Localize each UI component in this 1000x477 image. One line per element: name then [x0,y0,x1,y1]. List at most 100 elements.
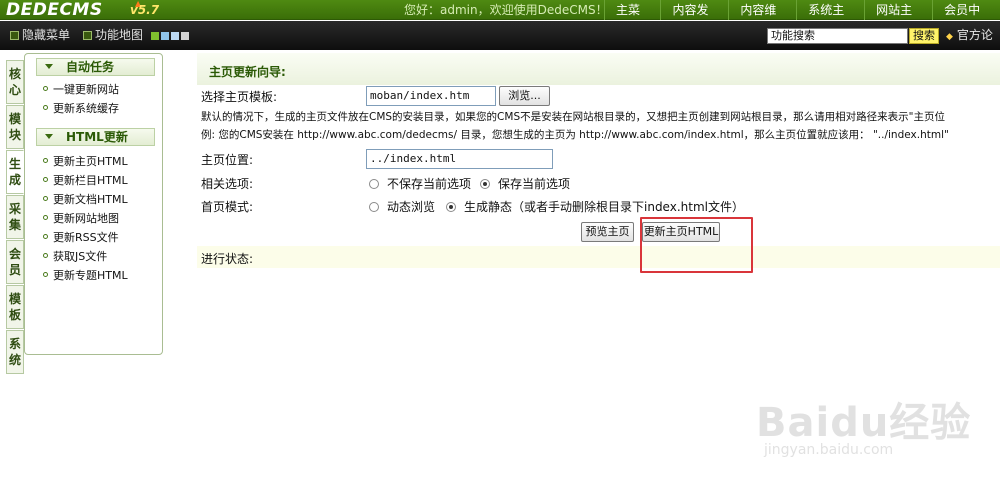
tab-char: 会 [8,247,21,261]
bullet-icon [43,196,48,201]
tab-templates[interactable]: 模板 [6,285,24,329]
progress-status-label: 进行状态: [201,252,254,266]
menu-item-update-home-html[interactable]: 更新主页HTML [43,155,128,169]
home-position-label: 主页位置: [201,153,254,167]
menu-item-label: 更新文档HTML [53,193,128,206]
version-label: v5.7 [130,3,160,17]
menu-item-label: 更新系统缓存 [53,102,119,115]
forum-label: 官方论 [956,28,993,42]
tab-char: 生 [8,157,21,171]
radio-label: 不保存当前选项 [387,177,472,191]
bullet-icon [43,105,48,110]
tab-members[interactable]: 会员 [6,240,24,284]
skin-swatch-light-blue[interactable] [171,32,179,40]
mode-dynamic-radio[interactable]: 动态浏览 [369,198,435,215]
menu-item-update-topic-html[interactable]: 更新专题HTML [43,269,128,283]
tab-modules[interactable]: 模块 [6,105,24,149]
progress-status-row: 进行状态: [197,246,1000,268]
template-label: 选择主页模板: [201,90,278,104]
tab-char: 模 [8,292,21,306]
radio-circle [369,178,379,189]
nav-member-center[interactable]: 会员中心 [932,0,1000,37]
tab-char: 模 [8,112,21,126]
radio-circle-checked [480,178,490,189]
tab-generate[interactable]: 生成 [6,150,24,194]
top-header: DEDECMS ▲ v5.7 您好：admin，欢迎使用DedeCMS！ 主菜单… [0,0,1000,37]
highlight-box [640,217,753,273]
option-dont-save-radio[interactable]: 不保存当前选项 [369,175,471,192]
search-button[interactable]: 搜索 [909,28,939,44]
nav-site-home[interactable]: 网站主页 [864,0,932,37]
tab-collect[interactable]: 采集 [6,195,24,239]
description-line-2: 例: 您的CMS安装在 http://www.abc.com/dedecms/ … [201,129,949,141]
hide-menu-button[interactable]: 隐藏菜单 [10,21,70,50]
menu-item-update-cache[interactable]: 更新系统缓存 [43,102,119,116]
nav-main-menu[interactable]: 主菜单 [604,0,660,37]
sidebar-menu: 自动任务 一键更新网站 更新系统缓存 HTML更新 更新主页HTML 更新栏目H… [24,53,163,355]
radio-label: 保存当前选项 [498,177,571,191]
collapse-triangle-icon [45,64,53,69]
nav-content-publish[interactable]: 内容发布 [660,0,728,37]
description-line-1: 默认的情况下，生成的主页文件放在CMS的安装目录，如果您的CMS不是安装在网站根… [201,111,945,123]
menu-item-update-doc-html[interactable]: 更新文档HTML [43,193,128,207]
skin-swatch-green[interactable] [151,32,159,40]
tab-core[interactable]: 核心 [6,60,24,104]
watermark-url: jingyan.baidu.com [764,442,894,458]
func-map-button[interactable]: 功能地图 [83,21,143,50]
menu-item-label: 一键更新网站 [53,83,119,96]
skin-swatch-blue[interactable] [161,32,169,40]
baidu-watermark: Baidu经验 jingyan.baidu.com [756,390,976,470]
menu-item-label: 更新主页HTML [53,155,128,168]
tab-system[interactable]: 系统 [6,330,24,374]
radio-circle-checked [446,201,456,212]
bullet-icon [43,215,48,220]
mode-static-radio[interactable]: 生成静态（或者手动删除根目录下index.html文件） [446,198,744,215]
forum-icon: ◆ [946,32,953,42]
tab-char: 核 [8,67,21,81]
menu-item-one-click-update[interactable]: 一键更新网站 [43,83,119,97]
tab-char: 集 [8,218,21,232]
browse-button[interactable]: 浏览... [499,86,550,106]
menu-item-get-js[interactable]: 获取JS文件 [43,250,107,264]
panel-header: 主页更新向导: [197,53,1000,85]
dedecms-logo[interactable]: DEDECMS [6,0,103,20]
func-map-label: 功能地图 [95,28,144,42]
home-position-input[interactable]: ../index.html [366,149,553,169]
tab-char: 心 [8,83,21,97]
nav-content-maintain[interactable]: 内容维护 [728,0,796,37]
menu-group-title: 自动任务 [66,60,115,74]
menu-item-label: 更新专题HTML [53,269,128,282]
official-forum-link[interactable]: ◆ 官方论 [946,21,993,52]
bullet-icon [43,86,48,91]
radio-label: 生成静态（或者手动删除根目录下index.html文件） [464,200,744,214]
tab-char: 员 [8,263,21,277]
menu-group-title: HTML更新 [66,130,128,144]
tab-char: 采 [8,202,21,216]
menu-item-update-sitemap[interactable]: 更新网站地图 [43,212,119,226]
tab-char: 系 [8,337,21,351]
radio-label: 动态浏览 [387,200,436,214]
template-input[interactable]: moban/index.htm [366,86,496,106]
welcome-text: 您好：admin，欢迎使用DedeCMS！ [404,3,608,17]
watermark-brand: Baidu经验 [756,400,972,446]
preview-home-button[interactable]: 预览主页 [581,222,634,242]
menu-item-update-column-html[interactable]: 更新栏目HTML [43,174,128,188]
option-save-radio[interactable]: 保存当前选项 [480,175,570,192]
function-search-input[interactable]: 功能搜索 [767,28,908,44]
hide-menu-icon [10,31,19,40]
bullet-icon [43,177,48,182]
bullet-icon [43,158,48,163]
vertical-tab-strip: 核心 模块 生成 采集 会员 模板 系统 [6,60,24,375]
menu-item-label: 更新RSS文件 [53,231,119,244]
options-label: 相关选项: [201,177,254,191]
bullet-icon [43,234,48,239]
hide-menu-label: 隐藏菜单 [22,28,71,42]
collapse-triangle-icon [45,134,53,139]
nav-system-home[interactable]: 系统主页 [796,0,864,37]
tab-char: 成 [8,173,21,187]
skin-swatch-gray[interactable] [181,32,189,40]
menu-item-label: 获取JS文件 [53,250,108,263]
menu-group-html-update[interactable]: HTML更新 [36,128,155,146]
menu-group-auto-tasks[interactable]: 自动任务 [36,58,155,76]
menu-item-update-rss[interactable]: 更新RSS文件 [43,231,119,245]
